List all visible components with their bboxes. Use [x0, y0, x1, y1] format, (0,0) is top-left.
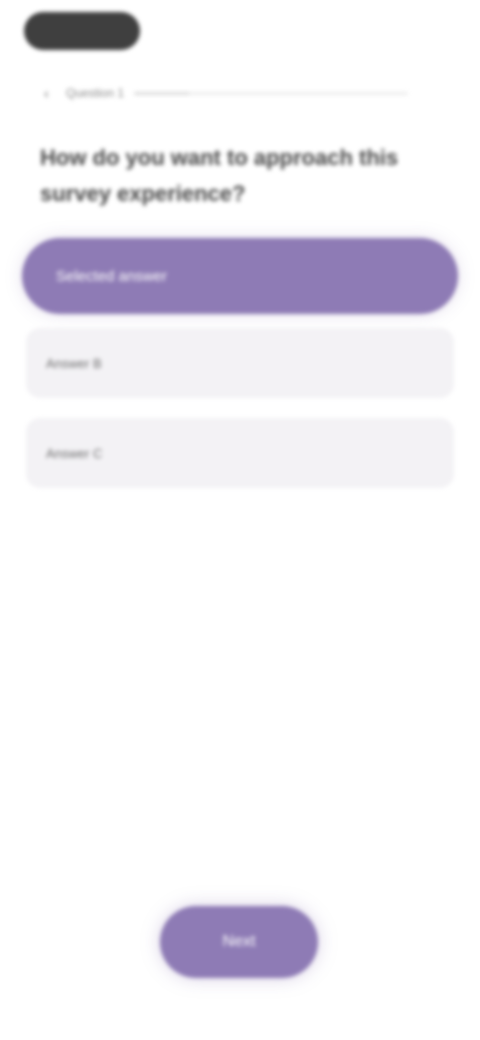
progress-fill [134, 91, 189, 95]
progress-label: Question 1 [66, 86, 125, 100]
chevron-left-icon[interactable]: ‹ [44, 86, 56, 100]
option-item[interactable]: Answer B [26, 328, 454, 398]
survey-screen: ‹ Question 1 How do you want to approach… [0, 0, 480, 1040]
status-pill [24, 12, 140, 50]
option-item[interactable]: Answer C [26, 418, 454, 488]
progress-header: ‹ Question 1 [44, 84, 408, 102]
next-button[interactable]: Next [160, 906, 318, 978]
option-selected[interactable]: Selected answer [22, 238, 458, 314]
progress-bar [134, 91, 408, 95]
question-title: How do you want to approach this survey … [40, 145, 399, 206]
